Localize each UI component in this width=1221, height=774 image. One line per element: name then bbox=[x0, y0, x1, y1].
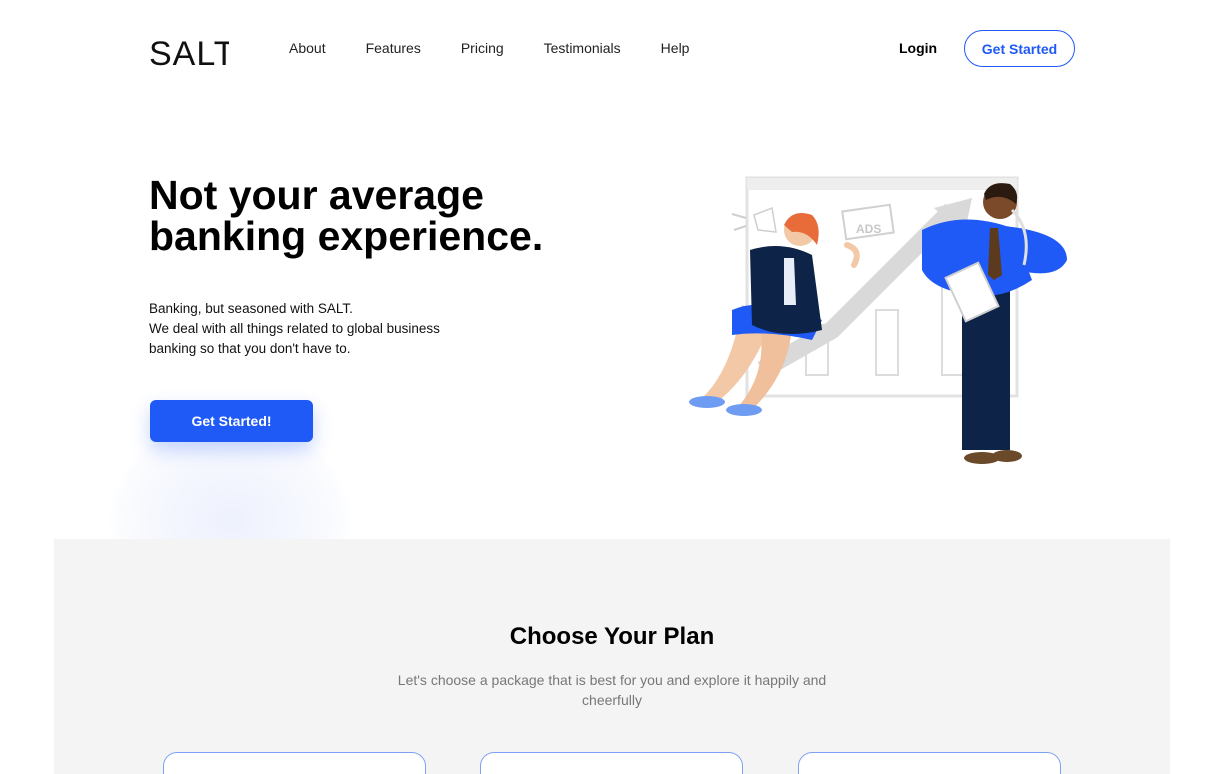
hero-get-started-button[interactable]: Get Started! bbox=[150, 400, 313, 442]
hero-title: Not your average banking experience. bbox=[149, 175, 609, 257]
svg-text:SALT: SALT bbox=[149, 36, 229, 68]
login-link[interactable]: Login bbox=[899, 40, 937, 56]
nav-link-features[interactable]: Features bbox=[366, 40, 421, 56]
plan-card-2[interactable] bbox=[480, 752, 743, 774]
hero-subtitle: Banking, but seasoned with SALT. We deal… bbox=[149, 299, 489, 359]
hero-title-line-2: banking experience. bbox=[149, 213, 544, 259]
plan-card-1[interactable] bbox=[163, 752, 426, 774]
nav-link-testimonials[interactable]: Testimonials bbox=[544, 40, 621, 56]
get-started-nav-button[interactable]: Get Started bbox=[964, 30, 1075, 67]
nav-link-about[interactable]: About bbox=[289, 40, 326, 56]
hero-subtitle-line-3: banking so that you don't have to. bbox=[149, 341, 351, 356]
nav-links: About Features Pricing Testimonials Help bbox=[289, 40, 729, 56]
svg-text:ADS: ADS bbox=[856, 222, 881, 236]
hero-subtitle-line-2: We deal with all things related to globa… bbox=[149, 321, 440, 336]
top-navigation: SALT About Features Pricing Testimonials… bbox=[0, 0, 1221, 96]
plan-card-3[interactable] bbox=[798, 752, 1061, 774]
nav-link-help[interactable]: Help bbox=[661, 40, 690, 56]
plans-subtitle: Let's choose a package that is best for … bbox=[397, 672, 827, 708]
choose-plan-section: Choose Your Plan Let's choose a package … bbox=[54, 539, 1170, 774]
nav-link-pricing[interactable]: Pricing bbox=[461, 40, 504, 56]
hero-subtitle-line-1: Banking, but seasoned with SALT. bbox=[149, 301, 353, 316]
salt-logo[interactable]: SALT bbox=[149, 36, 229, 68]
plans-title: Choose Your Plan bbox=[509, 623, 715, 650]
hero-title-line-1: Not your average bbox=[149, 172, 484, 218]
business-people-illustration: ADS bbox=[689, 176, 1067, 464]
